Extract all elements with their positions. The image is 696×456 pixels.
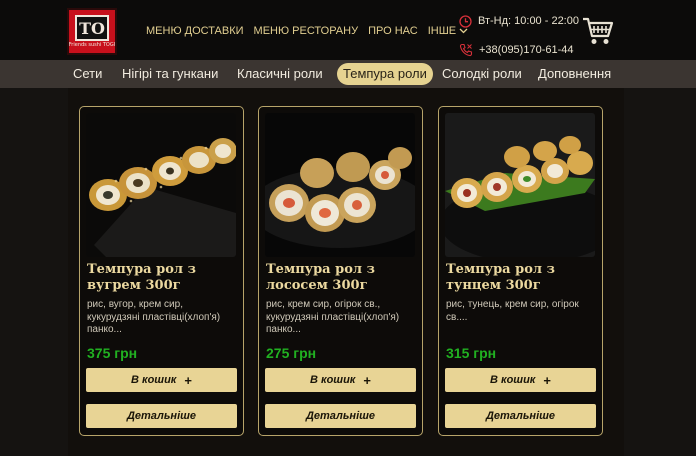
- category-nigiri[interactable]: Нігірі та гункани: [118, 63, 222, 85]
- add-to-cart-button[interactable]: В кошик +: [265, 368, 416, 392]
- plus-icon: +: [363, 372, 371, 388]
- product-image[interactable]: [445, 113, 595, 257]
- add-to-cart-button[interactable]: В кошик +: [86, 368, 237, 392]
- hours-text: Вт-Нд: 10:00 - 22:00: [478, 15, 579, 27]
- product-description: рис, тунець, крем сир, огірок св....: [446, 299, 579, 323]
- nav-delivery-menu[interactable]: МЕНЮ ДОСТАВКИ: [146, 24, 244, 38]
- product-title[interactable]: Темпура рол з лососем 300г: [266, 262, 416, 294]
- phone-icon: [459, 43, 473, 57]
- nav-restaurant-menu[interactable]: МЕНЮ РЕСТОРАНУ: [254, 24, 359, 38]
- product-image[interactable]: [86, 113, 236, 257]
- product-description: рис, вугор, крем сир, кукурудзяні пласті…: [87, 299, 221, 335]
- product-price: 315 грн: [446, 345, 497, 361]
- category-sweet-rolls[interactable]: Солодкі роли: [438, 63, 526, 85]
- category-tempura-rolls[interactable]: Темпура роли: [337, 63, 433, 85]
- add-to-cart-button[interactable]: В кошик +: [445, 368, 596, 392]
- details-button[interactable]: Детальніше: [265, 404, 416, 428]
- site-header: TO Friends sushi TOGI МЕНЮ ДОСТАВКИ МЕНЮ…: [0, 0, 696, 60]
- plus-icon: +: [184, 372, 192, 388]
- main-nav: МЕНЮ ДОСТАВКИ МЕНЮ РЕСТОРАНУ ПРО НАС ІНШ…: [146, 24, 478, 38]
- working-hours: Вт-Нд: 10:00 - 22:00: [459, 13, 584, 29]
- logo-mark: TO: [75, 15, 109, 41]
- details-button[interactable]: Детальніше: [86, 404, 237, 428]
- product-card: Темпура рол з тунцем 300г рис, тунець, к…: [438, 106, 603, 436]
- clock-icon: [459, 14, 472, 28]
- logo[interactable]: TO Friends sushi TOGI: [67, 8, 117, 55]
- category-extras[interactable]: Доповнення: [534, 63, 615, 85]
- product-image[interactable]: [265, 113, 415, 257]
- phone-text: +38(095)170-61-44: [479, 44, 574, 56]
- details-button[interactable]: Детальніше: [445, 404, 596, 428]
- nav-more-label: ІНШЕ: [427, 25, 457, 37]
- category-bar: Сети Нігірі та гункани Класичні роли Тем…: [0, 60, 696, 88]
- product-description: рис, крем сир, огірок св., кукурудзяні п…: [266, 299, 400, 335]
- category-classic-rolls[interactable]: Класичні роли: [233, 63, 327, 85]
- add-to-cart-label: В кошик: [490, 374, 536, 386]
- product-title[interactable]: Темпура рол з тунцем 300г: [446, 262, 596, 294]
- category-sets[interactable]: Сети: [69, 63, 106, 85]
- cart-icon[interactable]: [582, 16, 614, 46]
- phone-number[interactable]: +38(095)170-61-44: [459, 42, 584, 58]
- plus-icon: +: [543, 372, 551, 388]
- product-price: 375 грн: [87, 345, 138, 361]
- nav-about[interactable]: ПРО НАС: [368, 24, 418, 38]
- product-card: Темпура рол з лососем 300г рис, крем сир…: [258, 106, 423, 436]
- product-card: Темпура рол з вугрем 300г рис, вугор, кр…: [79, 106, 244, 436]
- product-title[interactable]: Темпура рол з вугрем 300г: [87, 262, 237, 294]
- product-price: 275 грн: [266, 345, 317, 361]
- add-to-cart-label: В кошик: [131, 374, 177, 386]
- logo-tagline: Friends sushi TOGI: [68, 42, 116, 48]
- add-to-cart-label: В кошик: [310, 374, 356, 386]
